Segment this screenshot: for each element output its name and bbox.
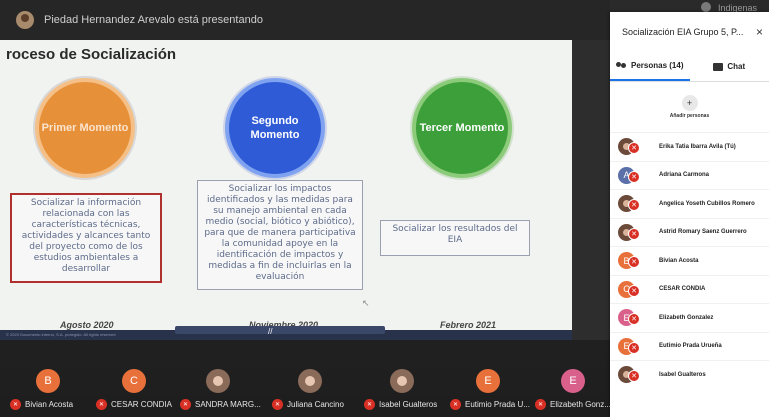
mic-muted-icon: ✕ — [180, 399, 191, 410]
slide-control-icon[interactable]: // — [268, 327, 272, 336]
participant-row[interactable]: ✕ Angelica Yoseth Cubillos Romero — [610, 189, 769, 218]
participant-list: ✕ Erika Tatia Ibarra Avila (Tú) A ✕ Adriana … — [610, 132, 769, 389]
moment-description-3: Socializar los resultados del EIA — [380, 220, 530, 256]
add-people-label: Añadir personas — [669, 113, 710, 119]
participant-tile[interactable] — [390, 369, 414, 393]
tab-people-label: Personas (14) — [631, 61, 684, 70]
moment-circle-1: Primer Momento — [35, 78, 135, 178]
add-person-icon: + — [681, 95, 698, 111]
mic-muted-icon: ✕ — [628, 170, 640, 183]
participant-row[interactable]: ✕ Isabel Gualteros — [610, 360, 769, 389]
mouse-cursor-icon: ↖ — [362, 298, 370, 308]
avatar: C — [122, 369, 146, 393]
slide-control-bar[interactable] — [175, 326, 385, 334]
tile-label: ✕ Isabel Gualteros — [364, 399, 437, 410]
participant-tile[interactable]: C — [122, 369, 146, 393]
mic-muted-icon: ✕ — [96, 399, 107, 410]
mic-muted-icon: ✕ — [628, 370, 640, 382]
tile-name: CESAR CONDIA — [111, 400, 172, 409]
presenting-text: Piedad Hernandez Arevalo está presentand… — [44, 14, 263, 26]
avatar — [390, 369, 414, 393]
moment-circle-2: Segundo Momento — [225, 78, 325, 178]
mic-muted-icon: ✕ — [272, 399, 283, 410]
participant-name: Isabel Gualteros — [659, 371, 706, 378]
participant-row[interactable]: E ✕ Elizabeth Gonzalez — [610, 303, 769, 332]
slide-footer: © 2020 Documento interno, S.A. protegido… — [0, 326, 572, 340]
tile-name: Juliana Cancino — [287, 400, 344, 409]
panel-header: Socialización EIA Grupo 5, P... × — [610, 12, 769, 52]
participant-row[interactable]: ✕ Astrid Romary Saenz Guerrero — [610, 217, 769, 247]
date-label-3: Febrero 2021 — [440, 320, 497, 330]
participant-tiles: B ✕ Bivian Acosta C ✕ CESAR CONDIA ✕ SANDRA MAR… — [0, 355, 611, 417]
mic-muted-icon: ✕ — [364, 399, 375, 410]
user-avatar-icon — [701, 2, 711, 12]
participant-row[interactable]: E ✕ Eutimio Prada Urueña — [610, 331, 769, 361]
mic-muted-icon: ✕ — [628, 341, 640, 354]
participant-name: Adriana Carmona — [659, 172, 710, 179]
mic-muted-icon: ✕ — [628, 256, 640, 268]
participant-name: Angelica Yoseth Cubillos Romero — [659, 200, 755, 207]
tile-name: Isabel Gualteros — [379, 400, 438, 409]
tile-label: ✕ CESAR CONDIA — [96, 399, 172, 410]
close-icon[interactable]: × — [756, 25, 763, 39]
chat-icon — [713, 62, 724, 71]
tile-label: ✕ Bivian Acosta — [10, 399, 73, 410]
slide-side-shade — [572, 40, 610, 340]
mic-muted-icon: ✕ — [628, 313, 640, 325]
tab-people[interactable]: Personas (14) — [610, 52, 690, 81]
mic-muted-icon: ✕ — [535, 399, 546, 410]
shared-slide: roceso de Socialización Primer Momento S… — [0, 40, 572, 340]
tile-name: SANDRA MARG... — [195, 400, 261, 409]
participant-name: Eutimio Prada Urueña — [659, 343, 722, 350]
people-icon — [616, 61, 627, 70]
mic-muted-icon: ✕ — [628, 142, 640, 154]
participant-tile[interactable]: B — [36, 369, 60, 393]
tile-name: Elizabeth Gonz... — [550, 400, 611, 409]
avatar — [298, 369, 322, 393]
tile-label: ✕ Eutimio Prada U... — [450, 399, 530, 410]
tile-label: ✕ SANDRA MARG... — [180, 399, 261, 410]
avatar: E — [476, 369, 500, 393]
tab-chat[interactable]: Chat — [690, 52, 769, 81]
tile-name: Bivian Acosta — [25, 400, 74, 409]
participant-row[interactable]: C ✕ CESAR CONDIA — [610, 274, 769, 304]
participant-name: Erika Tatia Ibarra Avila (Tú) — [659, 143, 736, 150]
mic-muted-icon: ✕ — [628, 227, 640, 240]
panel-title: Socialización EIA Grupo 5, P... — [622, 27, 744, 37]
moment-description-1: Socializar la información relacionada co… — [10, 193, 162, 283]
mic-muted-icon: ✕ — [628, 199, 640, 211]
presenting-banner: Piedad Hernandez Arevalo está presentand… — [0, 0, 610, 40]
participant-tile[interactable] — [298, 369, 322, 393]
moment-description-2: Socializar los impactos identificados y … — [197, 180, 363, 290]
participant-tile[interactable]: E — [561, 369, 585, 393]
avatar: B — [36, 369, 60, 393]
avatar: E — [561, 369, 585, 393]
participant-tile[interactable] — [206, 369, 230, 393]
slide-footer-text: © 2020 Documento interno, S.A. protegido… — [6, 332, 116, 337]
date-label-1: Agosto 2020 — [60, 320, 114, 330]
add-people-button[interactable]: + Añadir personas — [610, 82, 769, 132]
tile-label: ✕ Juliana Cancino — [272, 399, 344, 410]
tile-name: Eutimio Prada U... — [465, 400, 530, 409]
moment-circle-3: Tercer Momento — [412, 78, 512, 178]
presenter-avatar — [16, 11, 34, 29]
participant-name: CESAR CONDIA — [659, 286, 706, 293]
participant-name: Bivian Acosta — [659, 257, 699, 264]
participants-panel: Socialización EIA Grupo 5, P... × Person… — [610, 12, 769, 417]
participant-row[interactable]: A ✕ Adriana Carmona — [610, 160, 769, 190]
participant-row[interactable]: B ✕ Bivian Acosta — [610, 246, 769, 275]
mic-muted-icon: ✕ — [628, 284, 640, 297]
avatar — [206, 369, 230, 393]
tile-label: ✕ Elizabeth Gonz... — [535, 399, 611, 410]
mic-muted-icon: ✕ — [450, 399, 461, 410]
panel-tabs: Personas (14) Chat — [610, 52, 769, 82]
mic-muted-icon: ✕ — [10, 399, 21, 410]
slide-title: roceso de Socialización — [6, 46, 177, 63]
participant-name: Astrid Romary Saenz Guerrero — [659, 229, 747, 236]
participant-name: Elizabeth Gonzalez — [659, 314, 714, 321]
participant-row[interactable]: ✕ Erika Tatia Ibarra Avila (Tú) — [610, 132, 769, 161]
tab-chat-label: Chat — [727, 62, 746, 71]
participant-tile[interactable]: E — [476, 369, 500, 393]
meeting-window: Piedad Hernandez Arevalo está presentand… — [0, 0, 769, 417]
